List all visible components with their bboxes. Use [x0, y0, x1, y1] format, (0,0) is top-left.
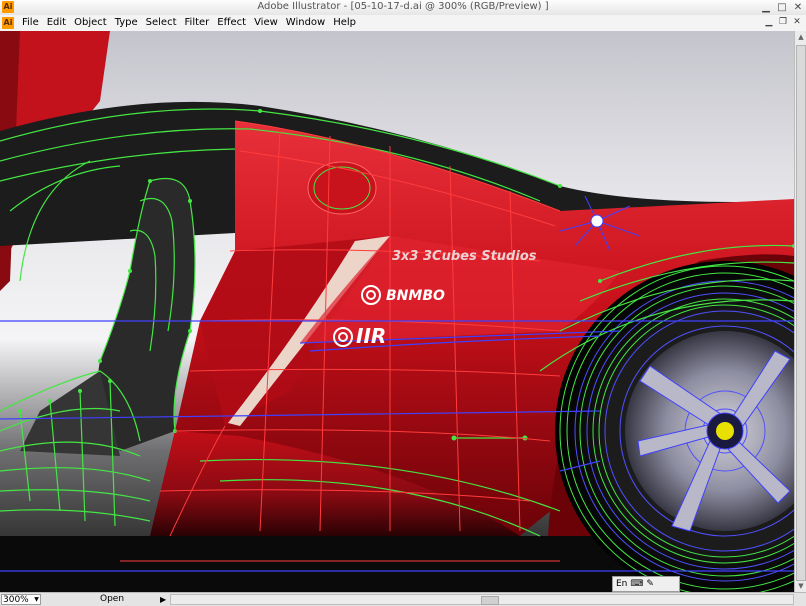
menu-window[interactable]: Window: [282, 16, 329, 30]
horizontal-scrollbar[interactable]: [170, 594, 794, 605]
document-menu-icon[interactable]: Ai: [2, 17, 14, 29]
zoom-dropdown-icon[interactable]: ▼: [32, 594, 41, 605]
menu-file[interactable]: File: [18, 16, 43, 30]
horizontal-scroll-thumb[interactable]: [481, 596, 499, 605]
scroll-up-icon[interactable]: ▲: [795, 31, 806, 43]
language-label[interactable]: En: [616, 579, 627, 589]
menu-filter[interactable]: Filter: [181, 16, 214, 30]
menu-object[interactable]: Object: [70, 16, 111, 30]
car-artwork: 3x3 3Cubes Studios BNMBO IIR: [0, 31, 794, 592]
artboard-canvas[interactable]: 3x3 3Cubes Studios BNMBO IIR: [0, 31, 794, 592]
pen-icon: ✎: [646, 579, 654, 589]
maximize-icon[interactable]: □: [774, 1, 790, 14]
menu-effect[interactable]: Effect: [213, 16, 250, 30]
minimize-icon[interactable]: ▁: [758, 1, 774, 14]
logo-decal-text-1: BNMBO: [386, 288, 445, 304]
menu-type[interactable]: Type: [111, 16, 142, 30]
vertical-scrollbar[interactable]: ▲ ▼: [794, 31, 806, 592]
vertical-scroll-thumb[interactable]: [796, 45, 806, 581]
window-title: Adobe Illustrator - [05-10-17-d.ai @ 300…: [257, 1, 549, 12]
menu-edit[interactable]: Edit: [43, 16, 70, 30]
logo-decal-text-2: IIR: [356, 324, 386, 348]
doc-close-icon[interactable]: ✕: [790, 16, 804, 29]
menu-help[interactable]: Help: [329, 16, 360, 30]
doc-minimize-icon[interactable]: ▁: [762, 16, 776, 29]
studio-decal-text: 3x3 3Cubes Studios: [392, 249, 537, 264]
menu-bar: Ai File Edit Object Type Select Filter E…: [0, 15, 806, 32]
doc-restore-icon[interactable]: ❐: [776, 16, 790, 29]
menu-select[interactable]: Select: [142, 16, 181, 30]
status-bar: 300% ▼ Open ▶: [0, 592, 806, 606]
close-icon[interactable]: ✕: [790, 1, 806, 14]
menu-view[interactable]: View: [250, 16, 282, 30]
keyboard-icon: ⌨: [630, 579, 644, 589]
status-text: Open: [100, 594, 125, 604]
title-bar: Ai Adobe Illustrator - [05-10-17-d.ai @ …: [0, 0, 806, 16]
scroll-down-icon[interactable]: ▼: [795, 580, 806, 592]
language-bar[interactable]: En ⌨ ✎: [612, 576, 680, 592]
status-menu-arrow-icon[interactable]: ▶: [160, 594, 166, 605]
